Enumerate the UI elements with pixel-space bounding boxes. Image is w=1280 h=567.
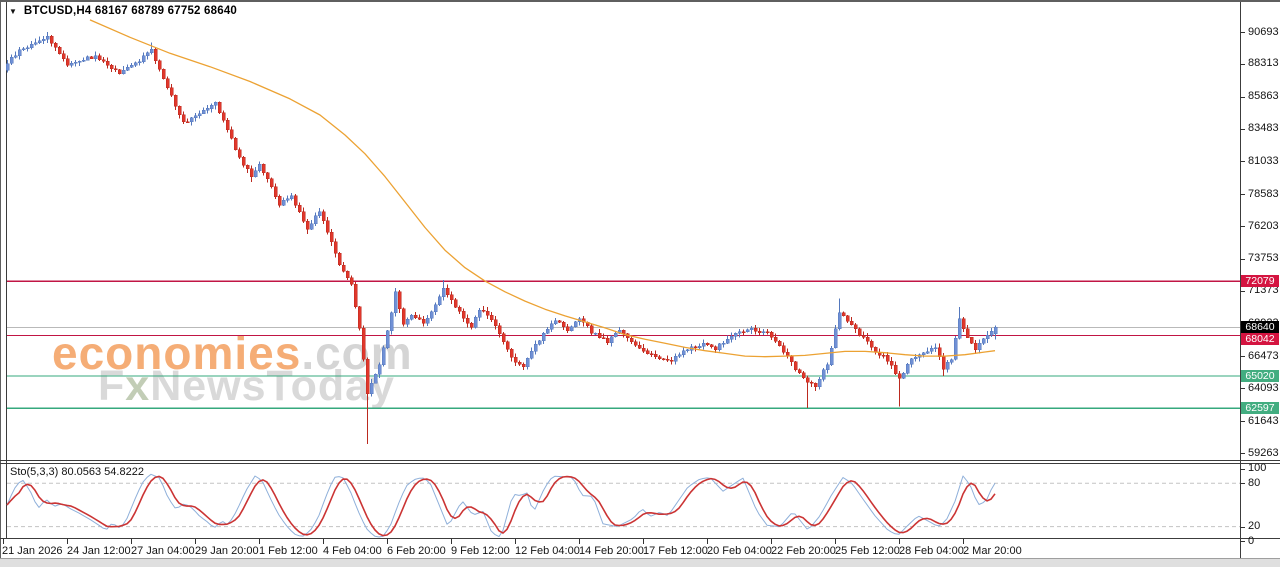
chart-plot-area[interactable]	[0, 0, 1280, 567]
symbol-dropdown-icon[interactable]: ▼	[9, 7, 17, 16]
indicator-label: Sto(5,3,3) 80.0563 54.8222	[10, 466, 144, 478]
symbol-header: ▼ BTCUSD,H4 68167 68789 67752 68640	[9, 5, 237, 17]
symbol-ohlc-line: BTCUSD,H4 68167 68789 67752 68640	[24, 5, 237, 17]
trading-chart-window: economies.com FxNewsToday ▼ BTCUSD,H4 68…	[0, 0, 1280, 567]
